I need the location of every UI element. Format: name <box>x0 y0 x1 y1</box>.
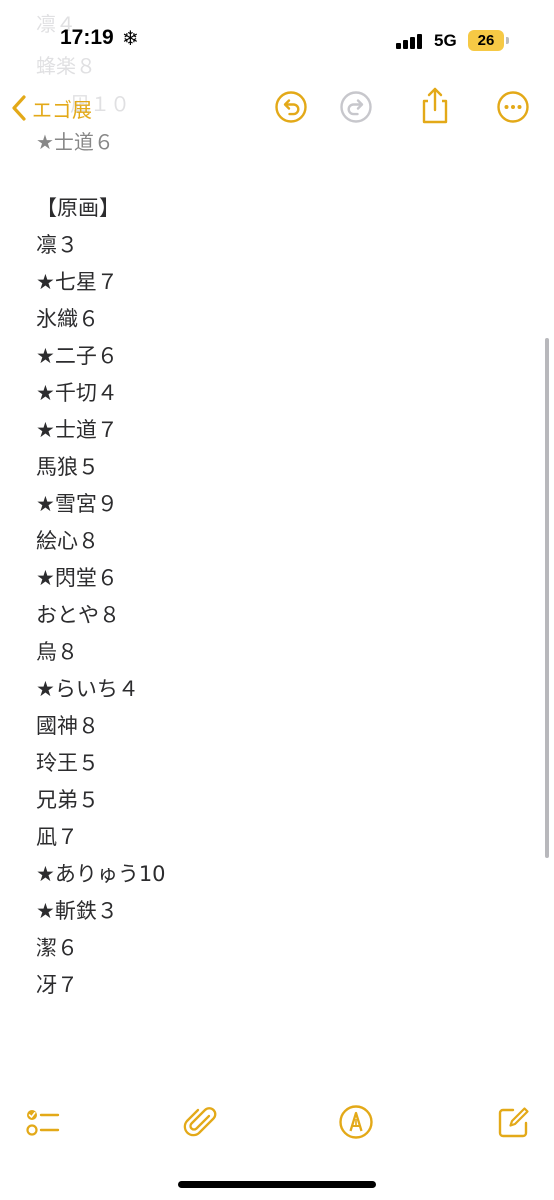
note-line: ★二子６ <box>36 344 118 368</box>
note-line: 潔６ <box>36 936 78 960</box>
back-button[interactable]: エゴ展 <box>10 94 92 122</box>
note-line: ★閃堂６ <box>36 566 118 590</box>
scrollbar[interactable] <box>545 338 549 858</box>
note-line: ★七星７ <box>36 270 118 294</box>
note-line: 烏８ <box>36 640 78 664</box>
note-line: ★ありゅう10 <box>36 862 166 886</box>
battery-tip <box>506 37 509 44</box>
status-bar: 17:19 ❄ 5G 26 <box>0 0 554 80</box>
note-body[interactable]: 【原画】 凛３ ★七星７ 氷織６ ★二子６ ★千切４ ★士道７ 馬狼５ ★雪宮９… <box>36 190 516 1004</box>
status-time: 17:19 <box>60 26 114 49</box>
nav-bar: エゴ展 <box>0 80 554 136</box>
undo-icon[interactable] <box>274 90 308 124</box>
pen-tip-icon[interactable] <box>338 1104 374 1140</box>
checklist-icon[interactable] <box>24 1104 60 1140</box>
signal-icon <box>396 33 428 49</box>
note-line: 玲王５ <box>36 751 99 775</box>
note-line: 絵心８ <box>36 529 99 553</box>
network-type: 5G <box>434 31 457 50</box>
note-line: 凛３ <box>36 233 78 257</box>
home-indicator[interactable] <box>178 1181 376 1188</box>
back-label: エゴ展 <box>32 97 92 122</box>
note-line: ★雪宮９ <box>36 492 118 516</box>
note-line: 冴７ <box>36 973 78 997</box>
note-line: 兄弟５ <box>36 788 99 812</box>
note-line: おとや８ <box>36 603 120 627</box>
redo-icon[interactable] <box>339 90 373 124</box>
battery-icon: 26 <box>468 30 504 51</box>
paperclip-icon[interactable] <box>183 1104 219 1140</box>
note-line: 馬狼５ <box>36 455 99 479</box>
more-icon[interactable] <box>496 90 530 124</box>
note-line: 【原画】 <box>36 196 120 220</box>
chevron-left-icon <box>12 95 26 121</box>
bottom-toolbar <box>0 1090 554 1150</box>
note-line: 凪７ <box>36 825 78 849</box>
note-line: ★千切４ <box>36 381 118 405</box>
note-line: ★らいち４ <box>36 677 139 701</box>
note-line: 國神８ <box>36 714 99 738</box>
note-line: ★士道７ <box>36 418 118 442</box>
note-line: ★斬鉄３ <box>36 899 118 923</box>
compose-icon[interactable] <box>496 1104 532 1140</box>
snowflake-icon: ❄ <box>122 26 139 50</box>
share-icon[interactable] <box>418 86 452 126</box>
note-line: 氷織６ <box>36 307 99 331</box>
